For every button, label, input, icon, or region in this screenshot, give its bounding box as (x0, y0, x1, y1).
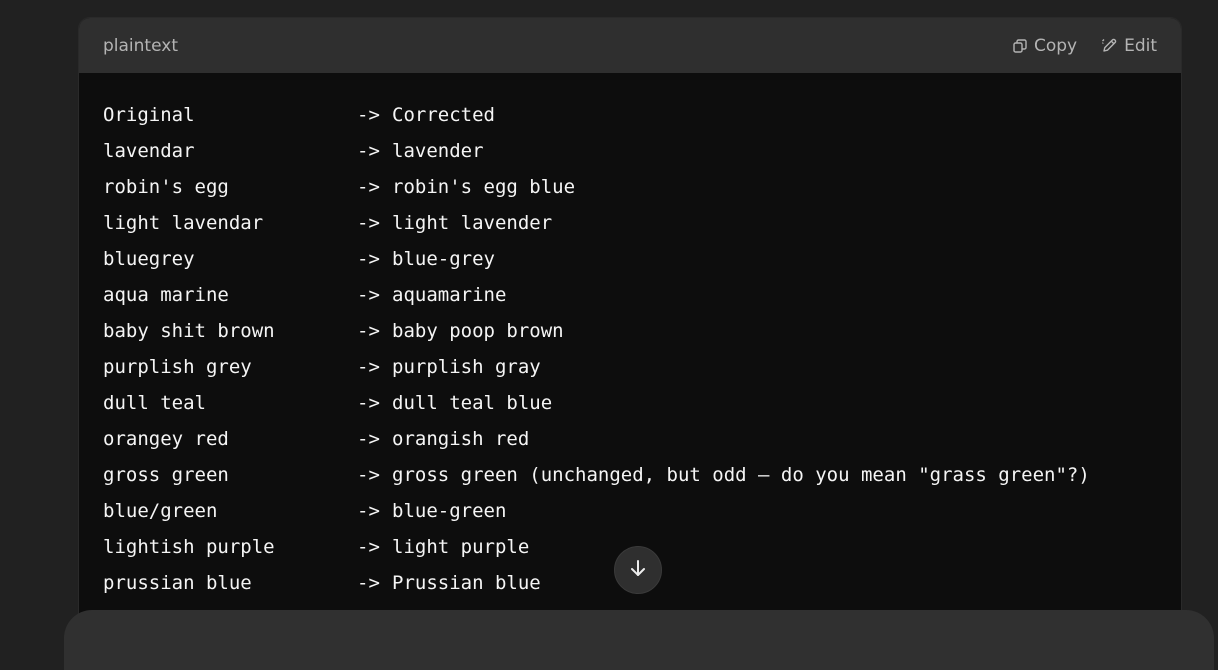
code-line: lavendar -> lavender (103, 133, 1157, 169)
edit-button[interactable]: Edit (1101, 36, 1157, 56)
original-term: lavendar (103, 140, 195, 162)
arrow-text: -> (357, 104, 380, 126)
code-block-header: plaintext Copy Edit (79, 18, 1181, 73)
code-block-actions: Copy Edit (1012, 36, 1157, 56)
original-term: light lavendar (103, 212, 264, 234)
corrected-term: dull teal blue (392, 392, 553, 414)
arrow-text: -> (357, 392, 380, 414)
original-term: orangey red (103, 428, 229, 450)
original-term: purplish grey (103, 356, 252, 378)
corrected-term: light lavender (392, 212, 553, 234)
corrected-term: robin's egg blue (392, 176, 576, 198)
code-line: orangey red -> orangish red (103, 421, 1157, 457)
corrected-term: orangish red (392, 428, 530, 450)
code-line: baby shit brown -> baby poop brown (103, 313, 1157, 349)
arrow-text: -> (357, 176, 380, 198)
arrow-text: -> (357, 140, 380, 162)
code-line: purplish grey -> purplish gray (103, 349, 1157, 385)
corrected-term: lavender (392, 140, 484, 162)
code-line: robin's egg -> robin's egg blue (103, 169, 1157, 205)
corrected-term: Prussian blue (392, 572, 541, 594)
corrected-term: gross green (unchanged, but odd — do you… (392, 464, 1090, 486)
original-term: blue/green (103, 500, 218, 522)
corrected-term: Corrected (392, 104, 495, 126)
arrow-text: -> (357, 212, 380, 234)
original-term: Original (103, 104, 195, 126)
corrected-term: baby poop brown (392, 320, 564, 342)
code-line: Original -> Corrected (103, 97, 1157, 133)
original-term: baby shit brown (103, 320, 275, 342)
code-language-label: plaintext (103, 35, 178, 56)
code-line: bluegrey -> blue-grey (103, 241, 1157, 277)
code-content: Original -> Corrected lavendar -> lavender r… (79, 73, 1181, 601)
arrow-text: -> (357, 284, 380, 306)
arrow-down-icon (627, 557, 649, 583)
original-term: prussian blue (103, 572, 252, 594)
original-term: lightish purple (103, 536, 275, 558)
original-term: dull teal (103, 392, 206, 414)
corrected-term: blue-green (392, 500, 507, 522)
arrow-text: -> (357, 500, 380, 522)
copy-icon (1012, 38, 1028, 54)
original-term: robin's egg (103, 176, 229, 198)
code-line: light lavendar -> light lavender (103, 205, 1157, 241)
corrected-term: aquamarine (392, 284, 507, 306)
corrected-term: light purple (392, 536, 530, 558)
code-line: blue/green -> blue-green (103, 493, 1157, 529)
corrected-term: purplish gray (392, 356, 541, 378)
arrow-text: -> (357, 248, 380, 270)
original-term: aqua marine (103, 284, 229, 306)
original-term: bluegrey (103, 248, 195, 270)
edit-button-label: Edit (1124, 35, 1157, 56)
arrow-text: -> (357, 536, 380, 558)
pencil-icon (1101, 37, 1118, 54)
arrow-text: -> (357, 320, 380, 342)
message-composer[interactable] (64, 610, 1214, 670)
copy-button[interactable]: Copy (1012, 36, 1077, 56)
arrow-text: -> (357, 464, 380, 486)
scroll-to-bottom-button[interactable] (614, 546, 662, 594)
arrow-text: -> (357, 572, 380, 594)
copy-button-label: Copy (1033, 35, 1078, 56)
corrected-term: blue-grey (392, 248, 495, 270)
code-line: gross green -> gross green (unchanged, but… (103, 457, 1157, 493)
arrow-text: -> (357, 356, 380, 378)
arrow-text: -> (357, 428, 380, 450)
code-line: dull teal -> dull teal blue (103, 385, 1157, 421)
code-line: aqua marine -> aquamarine (103, 277, 1157, 313)
original-term: gross green (103, 464, 229, 486)
